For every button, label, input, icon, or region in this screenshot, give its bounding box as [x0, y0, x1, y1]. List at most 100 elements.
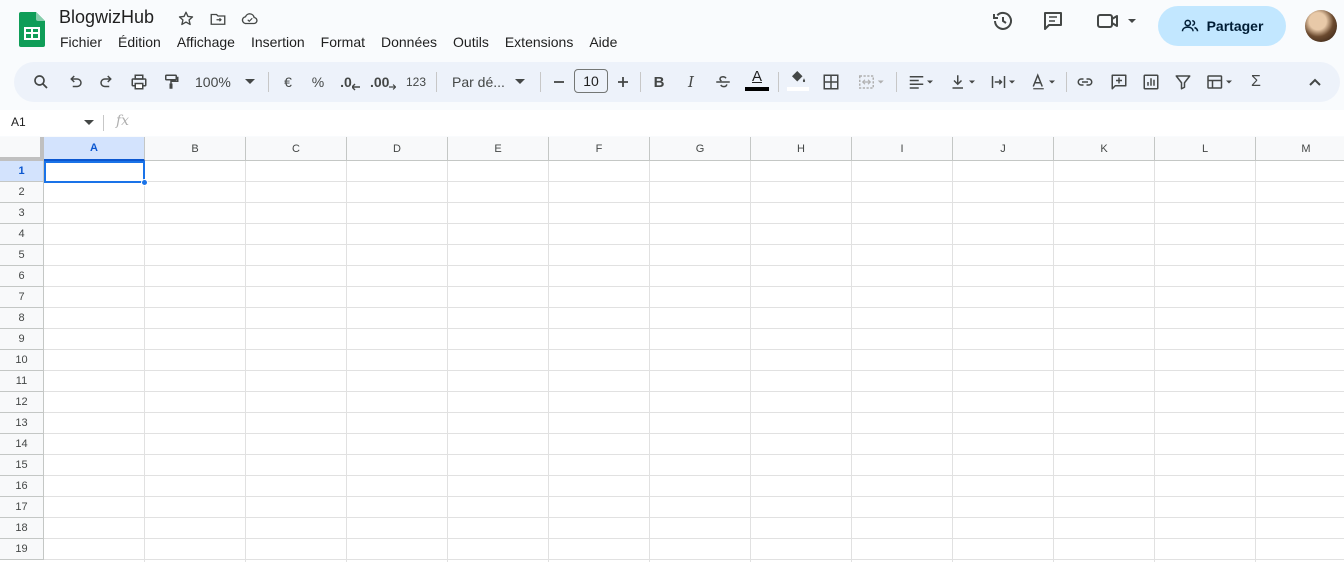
vertical-align-icon[interactable]	[946, 70, 980, 94]
italic-button[interactable]: I	[682, 70, 700, 94]
row-header-14[interactable]: 14	[0, 434, 44, 455]
formula-bar: A1 fx	[0, 110, 1344, 136]
menu-format[interactable]: Format	[313, 32, 373, 52]
history-icon[interactable]	[990, 8, 1016, 34]
column-header-c[interactable]: C	[246, 137, 347, 161]
row-header-15[interactable]: 15	[0, 455, 44, 476]
comment-icon[interactable]	[1040, 8, 1066, 34]
menu-aide[interactable]: Aide	[581, 32, 625, 52]
row-header-19[interactable]: 19	[0, 539, 44, 560]
menu-edition[interactable]: Édition	[110, 32, 169, 52]
row-header-6[interactable]: 6	[0, 266, 44, 287]
menu-bar: Fichier Édition Affichage Insertion Form…	[52, 32, 625, 52]
active-cell[interactable]	[44, 161, 145, 183]
filter-views-icon[interactable]	[1202, 70, 1238, 94]
row-header-3[interactable]: 3	[0, 203, 44, 224]
row-header-7[interactable]: 7	[0, 287, 44, 308]
column-header-b[interactable]: B	[145, 137, 246, 161]
undo-icon[interactable]	[64, 70, 86, 94]
toolbar-divider	[436, 72, 437, 92]
column-header-e[interactable]: E	[448, 137, 549, 161]
text-color-swatch	[745, 87, 769, 91]
chevron-down-icon[interactable]	[84, 120, 94, 126]
search-icon[interactable]	[30, 70, 52, 94]
column-header-m[interactable]: M	[1256, 137, 1344, 161]
menu-affichage[interactable]: Affichage	[169, 32, 243, 52]
column-header-d[interactable]: D	[347, 137, 448, 161]
video-call-icon[interactable]	[1094, 8, 1140, 34]
menu-extensions[interactable]: Extensions	[497, 32, 581, 52]
menu-donnees[interactable]: Données	[373, 32, 445, 52]
font-size-input[interactable]: 10	[574, 69, 608, 93]
increase-font-size-button[interactable]	[614, 70, 632, 94]
row-header-16[interactable]: 16	[0, 476, 44, 497]
name-box[interactable]: A1	[11, 115, 26, 129]
column-header-l[interactable]: L	[1155, 137, 1256, 161]
toolbar-divider	[896, 72, 897, 92]
row-header-11[interactable]: 11	[0, 371, 44, 392]
text-rotation-icon[interactable]	[1026, 70, 1060, 94]
column-header-a[interactable]: A	[44, 137, 145, 161]
row-header-13[interactable]: 13	[0, 413, 44, 434]
column-header-k[interactable]: K	[1054, 137, 1155, 161]
column-header-j[interactable]: J	[953, 137, 1054, 161]
bold-button[interactable]: B	[650, 70, 668, 94]
column-header-i[interactable]: I	[852, 137, 953, 161]
horizontal-align-icon[interactable]	[904, 70, 938, 94]
column-header-f[interactable]: F	[549, 137, 650, 161]
add-comment-icon[interactable]	[1108, 70, 1130, 94]
increase-decimals-button[interactable]: .00	[370, 70, 396, 94]
row-header-1[interactable]: 1	[0, 161, 44, 182]
merge-cells-icon[interactable]	[852, 70, 890, 94]
font-family-value: Par dé...	[452, 74, 505, 90]
paint-format-icon[interactable]	[160, 70, 182, 94]
star-icon[interactable]	[174, 8, 198, 30]
currency-format-button[interactable]: €	[278, 70, 298, 94]
percent-format-button[interactable]: %	[308, 70, 328, 94]
strikethrough-icon[interactable]	[712, 70, 734, 94]
row-header-12[interactable]: 12	[0, 392, 44, 413]
text-color-button[interactable]: A	[744, 68, 770, 92]
cell-area[interactable]	[44, 161, 1344, 562]
row-header-2[interactable]: 2	[0, 182, 44, 203]
fill-color-button[interactable]	[786, 68, 810, 92]
row-header-9[interactable]: 9	[0, 329, 44, 350]
zoom-select[interactable]: 100%	[190, 70, 260, 94]
move-to-folder-icon[interactable]	[206, 8, 230, 30]
fill-handle[interactable]	[141, 179, 148, 186]
decrease-font-size-button[interactable]	[550, 70, 568, 94]
avatar[interactable]	[1305, 10, 1337, 42]
column-header-g[interactable]: G	[650, 137, 751, 161]
row-header-4[interactable]: 4	[0, 224, 44, 245]
insert-chart-icon[interactable]	[1140, 70, 1162, 94]
functions-button[interactable]: Σ	[1246, 70, 1266, 94]
select-all-corner[interactable]	[0, 137, 44, 161]
row-header-17[interactable]: 17	[0, 497, 44, 518]
number-format-button[interactable]: 123	[404, 70, 428, 94]
row-header-10[interactable]: 10	[0, 350, 44, 371]
share-button[interactable]: Partager	[1158, 6, 1286, 46]
link-icon[interactable]	[1074, 70, 1096, 94]
row-header-18[interactable]: 18	[0, 518, 44, 539]
people-icon	[1181, 19, 1198, 32]
fx-icon: fx	[116, 113, 130, 129]
font-family-select[interactable]: Par dé...	[446, 70, 532, 94]
redo-icon[interactable]	[96, 70, 118, 94]
toolbar-divider	[1066, 72, 1067, 92]
print-icon[interactable]	[128, 70, 150, 94]
menu-fichier[interactable]: Fichier	[52, 32, 110, 52]
menu-insertion[interactable]: Insertion	[243, 32, 313, 52]
menu-outils[interactable]: Outils	[445, 32, 497, 52]
column-header-h[interactable]: H	[751, 137, 852, 161]
sheets-logo[interactable]	[19, 12, 45, 47]
document-title[interactable]: BlogwizHub	[59, 7, 154, 28]
row-header-8[interactable]: 8	[0, 308, 44, 329]
cloud-saved-icon[interactable]	[238, 8, 262, 30]
collapse-toolbar-icon[interactable]	[1304, 70, 1326, 94]
borders-icon[interactable]	[820, 70, 842, 94]
decrease-decimals-button[interactable]: .0	[338, 70, 362, 94]
row-header-5[interactable]: 5	[0, 245, 44, 266]
zoom-value: 100%	[195, 74, 231, 90]
filter-icon[interactable]	[1172, 70, 1194, 94]
text-wrapping-icon[interactable]	[986, 70, 1020, 94]
